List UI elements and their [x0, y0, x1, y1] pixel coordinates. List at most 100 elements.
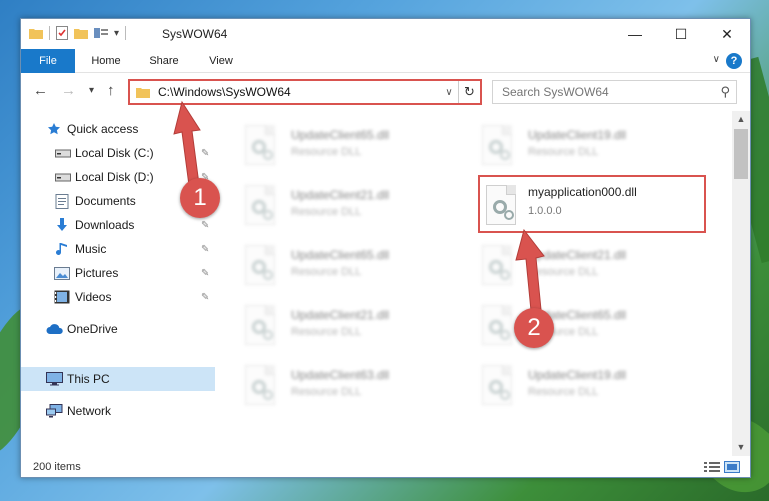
file-version: 1.0.0.0 [528, 205, 562, 217]
file-name: UpdateClient21.dll [291, 188, 390, 202]
expand-ribbon-icon[interactable]: ∨ [713, 54, 720, 65]
large-icons-view-icon[interactable] [724, 461, 740, 473]
close-button[interactable]: ✕ [704, 19, 750, 49]
file-tile[interactable]: UpdateClient21.dll Resource DLL [239, 179, 467, 231]
customize-icon[interactable] [94, 27, 108, 39]
back-button[interactable]: ← [33, 82, 48, 99]
computer-icon [46, 372, 63, 386]
sidebar-item-label: OneDrive [67, 322, 118, 336]
address-path[interactable]: C:\Windows\SysWOW64 [158, 85, 440, 99]
documents-icon [55, 193, 69, 209]
pictures-icon [54, 266, 70, 280]
file-name: UpdateClient63.dll [291, 368, 390, 382]
sidebar-item-music[interactable]: Music ✎ [21, 237, 215, 261]
tab-view[interactable]: View [194, 49, 248, 73]
dll-file-icon [482, 305, 512, 345]
tab-home[interactable]: Home [78, 49, 134, 73]
sidebar-item-label: This PC [67, 372, 110, 386]
vertical-scrollbar[interactable]: ▲ ▼ [732, 111, 750, 456]
step-badge-1: 1 [180, 178, 220, 218]
scroll-down-button[interactable]: ▼ [732, 439, 750, 456]
file-type: Resource DLL [291, 266, 362, 278]
file-name: UpdateClient19.dll [528, 368, 627, 382]
cloud-icon [46, 323, 63, 334]
dll-file-icon [245, 185, 275, 225]
highlighted-file-tile[interactable]: myapplication000.dll 1.0.0.0 [478, 175, 706, 233]
maximize-button[interactable]: ☐ [658, 19, 704, 49]
scroll-up-button[interactable]: ▲ [732, 111, 750, 128]
dll-file-icon [245, 245, 275, 285]
navigation-bar: ← → ▾ ↑ C:\Windows\SysWOW64 ∨ ↻ ⚲ [21, 73, 750, 111]
recent-locations-button[interactable]: ▾ [89, 85, 94, 96]
dll-file-icon [482, 365, 512, 405]
dll-file-icon [486, 185, 516, 225]
dll-file-icon [482, 125, 512, 165]
title-bar: ▾ SysWOW64 — ☐ ✕ [21, 19, 750, 49]
videos-icon [54, 290, 70, 304]
search-box[interactable]: ⚲ [492, 80, 737, 104]
sidebar-item-this-pc[interactable]: This PC [21, 367, 215, 391]
pin-icon: ✎ [201, 219, 210, 231]
window-title: SysWOW64 [162, 27, 228, 41]
search-input[interactable] [502, 85, 702, 99]
file-tile[interactable]: UpdateClient21.dll Resource DLL [239, 299, 467, 351]
dll-file-icon [245, 365, 275, 405]
dll-file-icon [245, 125, 275, 165]
ribbon: File Home Share View ∨ ? [21, 49, 750, 73]
sidebar-item-label: Downloads [75, 218, 135, 232]
file-name: UpdateClient65.dll [291, 248, 390, 262]
sidebar-item-pictures[interactable]: Pictures ✎ [21, 261, 215, 285]
sidebar-item-label: Local Disk (C:) [75, 146, 154, 160]
pin-icon: ✎ [201, 267, 210, 279]
downloads-icon [57, 218, 67, 231]
sidebar-item-network[interactable]: Network [21, 399, 215, 423]
toolbar-divider [125, 26, 127, 40]
toolbar-divider [49, 26, 50, 40]
search-icon[interactable]: ⚲ [720, 84, 730, 100]
file-type: Resource DLL [528, 146, 599, 158]
file-name: UpdateClient21.dll [291, 308, 390, 322]
minimize-button[interactable]: — [612, 19, 658, 49]
tab-share[interactable]: Share [136, 49, 192, 73]
drive-icon [55, 173, 71, 182]
quick-access-toolbar: ▾ [29, 26, 127, 40]
file-tile[interactable]: UpdateClient63.dll Resource DLL [239, 359, 467, 411]
file-tile[interactable]: UpdateClient19.dll Resource DLL [476, 359, 704, 411]
view-switcher [704, 461, 740, 473]
file-tile[interactable]: UpdateClient19.dll Resource DLL [476, 119, 704, 171]
drive-icon [55, 149, 71, 158]
sidebar-item-label: Network [67, 404, 112, 418]
file-name: UpdateClient65.dll [291, 128, 390, 142]
item-count: 200 items [33, 461, 81, 473]
file-type: Resource DLL [291, 386, 362, 398]
folder-icon [136, 88, 150, 98]
dll-file-icon [245, 305, 275, 345]
sidebar-item-label: Documents [75, 194, 136, 208]
sidebar-item-label: Music [75, 242, 107, 256]
folder-icon [29, 29, 43, 39]
scroll-thumb[interactable] [734, 129, 748, 179]
status-bar: 200 items [21, 456, 750, 478]
chevron-down-icon[interactable]: ▾ [114, 28, 119, 39]
tab-file[interactable]: File [21, 49, 75, 73]
details-view-icon[interactable] [704, 461, 720, 473]
file-tile[interactable]: UpdateClient65.dll Resource DLL [239, 239, 467, 291]
help-icon[interactable]: ? [726, 53, 742, 69]
sidebar-item-label: Pictures [75, 266, 119, 280]
chevron-down-icon[interactable]: ∨ [440, 87, 458, 98]
sidebar-item-label: Quick access [67, 122, 139, 136]
file-tile[interactable]: UpdateClient65.dll Resource DLL [239, 119, 467, 171]
sidebar-item-videos[interactable]: Videos ✎ [21, 285, 215, 309]
forward-button[interactable]: → [61, 82, 76, 99]
sidebar-item-onedrive[interactable]: OneDrive [21, 317, 215, 341]
new-folder-icon[interactable] [74, 27, 88, 39]
pin-icon: ✎ [201, 243, 210, 255]
file-list: UpdateClient65.dll Resource DLL UpdateCl… [216, 111, 732, 456]
sidebar-item-label: Videos [75, 290, 112, 304]
up-button[interactable]: ↑ [107, 82, 115, 99]
music-icon [56, 242, 67, 255]
refresh-button[interactable]: ↻ [458, 81, 480, 103]
sidebar-item-downloads[interactable]: Downloads ✎ [21, 213, 215, 237]
properties-icon[interactable] [56, 26, 68, 40]
file-name: myapplication000.dll [528, 185, 637, 199]
